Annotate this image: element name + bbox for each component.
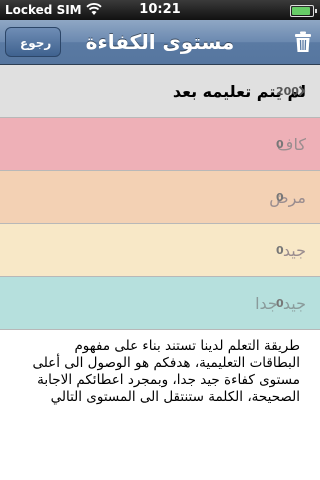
level-list: لم يتم تعليمه بعد 200 كاف 0 مرض 0 جيد 0 … (0, 65, 320, 330)
level-count: 200 (276, 85, 299, 98)
level-row-sufficient[interactable]: كاف 0 (0, 118, 320, 171)
level-count: 0 (276, 244, 284, 257)
level-row-good[interactable]: جيد 0 (0, 224, 320, 277)
level-label: جيد (282, 241, 306, 260)
chevron-right-icon (298, 85, 306, 97)
level-count: 0 (276, 191, 284, 204)
back-button[interactable]: رجوع (5, 27, 62, 57)
status-bar: Locked SIM 10:21 (0, 0, 320, 20)
level-row-not-learned[interactable]: لم يتم تعليمه بعد 200 (0, 65, 320, 118)
back-button-label: رجوع (20, 36, 52, 50)
level-count: 0 (276, 138, 284, 151)
trash-icon[interactable] (294, 31, 312, 53)
level-row-very-good[interactable]: جيد جدا 0 (0, 277, 320, 330)
level-row-satisfactory[interactable]: مرض 0 (0, 171, 320, 224)
level-count: 0 (276, 297, 284, 310)
page-title: مستوى الكفاءة (85, 30, 235, 54)
level-label: مرض (269, 188, 306, 207)
learning-method-description: طريقة التعلم لدينا تستند بناء على مفهوم … (32, 338, 300, 405)
battery-icon (290, 5, 317, 17)
status-time: 10:21 (139, 2, 181, 17)
navigation-bar: رجوع مستوى الكفاءة (0, 20, 320, 65)
